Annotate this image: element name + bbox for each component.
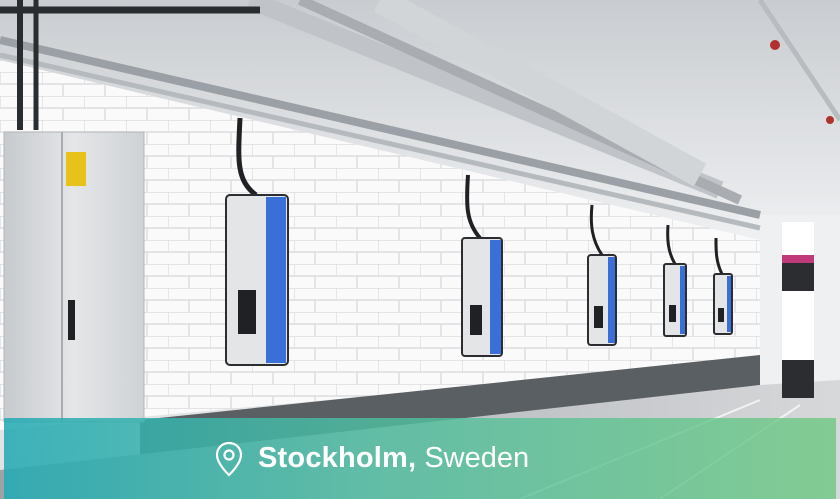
electrical-cabinet: [3, 131, 145, 423]
location-pin-icon: [214, 441, 244, 477]
pillar: [782, 222, 814, 398]
country-name: Sweden: [424, 442, 530, 474]
photo-card: Stockholm, Sweden: [0, 0, 840, 499]
city-name: Stockholm,: [258, 442, 417, 474]
location-caption: Stockholm, Sweden: [4, 418, 836, 499]
